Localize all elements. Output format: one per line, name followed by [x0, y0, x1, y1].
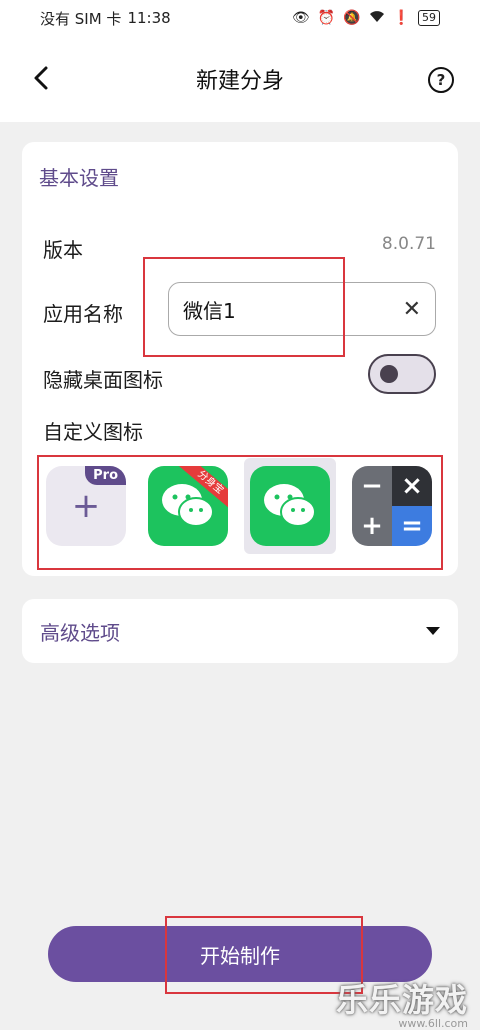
alert-icon: ❗ — [392, 10, 410, 26]
app-name-input[interactable]: 微信1 ✕ — [168, 282, 436, 336]
pro-badge: Pro — [85, 466, 126, 485]
hide-icon-label: 隐藏桌面图标 — [43, 368, 163, 392]
equals-key: = — [392, 506, 432, 546]
carrier-text: 没有 SIM 卡 — [40, 9, 122, 28]
status-left: 没有 SIM 卡 11:38 — [40, 8, 171, 29]
wechat-icon: 分身宝 — [148, 466, 228, 546]
battery-icon: 59 — [418, 10, 440, 26]
clear-icon[interactable]: ✕ — [403, 297, 421, 322]
status-icons: 👁 ⏰ 🔕 ❗ 59 — [292, 9, 440, 27]
icon-option-add[interactable]: + Pro — [40, 458, 132, 554]
dropdown-arrow-icon — [426, 627, 440, 635]
mute-icon: 🔕 — [343, 10, 361, 26]
times-key: × — [392, 466, 432, 506]
watermark-main: 乐乐游戏 — [335, 981, 468, 1019]
hide-icon-toggle[interactable] — [368, 354, 436, 394]
section-title-basic: 基本设置 — [39, 166, 119, 190]
icon-picker: + Pro 分身宝 − × + = — [40, 458, 440, 554]
icon-option-wechat-ribbon[interactable]: 分身宝 — [142, 458, 234, 554]
alarm-icon: ⏰ — [317, 10, 336, 26]
minus-key: − — [352, 466, 392, 506]
status-bar: 没有 SIM 卡 11:38 👁 ⏰ 🔕 ❗ 59 — [0, 0, 480, 36]
app-bar: 新建分身 ? — [0, 36, 480, 122]
advanced-options-card[interactable]: 高级选项 — [22, 599, 458, 663]
wifi-icon — [369, 9, 385, 27]
watermark: 乐乐游戏 www.6ll.com — [336, 975, 468, 1030]
add-icon: + Pro — [46, 466, 126, 546]
app-name-value[interactable]: 微信1 — [183, 295, 403, 324]
plus-key: + — [352, 506, 392, 546]
advanced-options-label: 高级选项 — [40, 620, 120, 645]
version-label: 版本 — [43, 238, 83, 262]
page-title: 新建分身 — [195, 69, 284, 94]
app-name-label: 应用名称 — [43, 302, 123, 326]
back-arrow-icon[interactable] — [28, 64, 56, 92]
toggle-knob — [380, 365, 398, 383]
icon-option-wechat-selected[interactable] — [244, 458, 336, 554]
help-icon[interactable]: ? — [428, 67, 454, 93]
icon-option-calculator[interactable]: − × + = — [346, 458, 438, 554]
wechat-icon — [250, 466, 330, 546]
clock: 11:38 — [127, 9, 171, 27]
calculator-icon: − × + = — [352, 466, 432, 546]
eye-icon: 👁 — [291, 10, 310, 26]
custom-icon-label: 自定义图标 — [43, 420, 143, 444]
basic-settings-card: 基本设置 版本 8.0.71 应用名称 微信1 ✕ 隐藏桌面图标 自定义图标 +… — [22, 142, 458, 576]
start-button[interactable]: 开始制作 — [48, 926, 432, 982]
version-value: 8.0.71 — [381, 234, 436, 254]
